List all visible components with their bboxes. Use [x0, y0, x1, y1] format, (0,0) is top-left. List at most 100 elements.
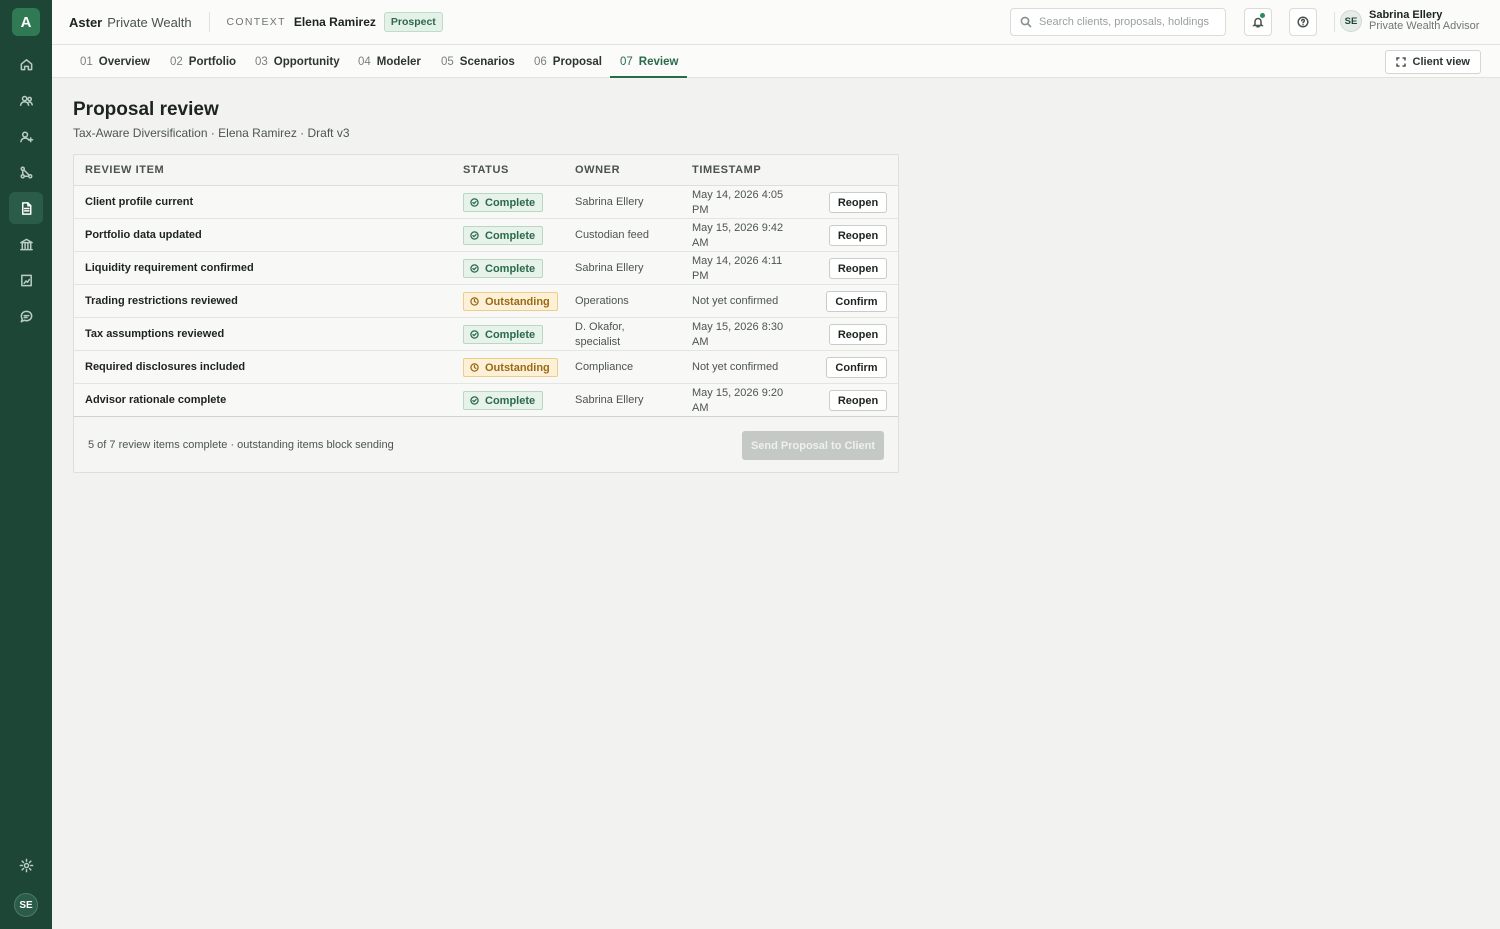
brand: Aster Private Wealth — [69, 15, 192, 30]
tab-number: 06 — [534, 55, 547, 68]
owner-cell: Sabrina Ellery — [575, 262, 644, 274]
sidebar-bottom: SE — [9, 849, 43, 917]
tab-label: Scenarios — [459, 55, 515, 68]
page-title: Proposal review — [73, 99, 219, 120]
workflow-icon[interactable] — [9, 156, 43, 188]
table-header: REVIEW ITEM STATUS OWNER TIMESTAMP — [74, 155, 898, 186]
user-info: Sabrina Ellery Private Wealth Advisor — [1369, 10, 1479, 32]
tab-portfolio[interactable]: 02 Portfolio — [170, 45, 236, 78]
owner-cell: Custodian feed — [575, 229, 649, 241]
users-icon[interactable] — [9, 84, 43, 116]
sidebar-nav — [9, 48, 43, 332]
context-client-name[interactable]: Elena Ramirez — [294, 15, 376, 29]
status-badge: Outstanding — [463, 292, 558, 311]
tab-number: 03 — [255, 55, 268, 68]
status-label: Complete — [485, 262, 536, 275]
confirm-button[interactable]: Confirm — [826, 291, 887, 312]
timestamp-cell: Not yet confirmed — [692, 361, 779, 373]
search-box[interactable] — [1010, 8, 1226, 36]
avatar: SE — [1340, 10, 1362, 32]
home-icon[interactable] — [9, 48, 43, 80]
reopen-button[interactable]: Reopen — [829, 225, 887, 246]
tab-label: Opportunity — [273, 55, 340, 68]
active-tab-indicator — [610, 76, 687, 78]
tab-label: Modeler — [376, 55, 421, 68]
status-badge: Complete — [463, 193, 544, 212]
tab-proposal[interactable]: 06 Proposal — [534, 45, 602, 78]
reopen-button[interactable]: Reopen — [829, 390, 887, 411]
table-row: Trading restrictions reviewed Outstanding… — [74, 285, 898, 318]
owner-cell: Compliance — [575, 361, 634, 373]
owner-cell: Sabrina Ellery — [575, 394, 644, 406]
owner-cell: Operations — [575, 295, 629, 307]
clock-icon — [470, 297, 485, 306]
report-icon[interactable] — [9, 264, 43, 296]
tab-label: Review — [638, 55, 679, 68]
app-logo[interactable]: A — [12, 8, 40, 36]
divider — [1334, 12, 1335, 32]
chat-icon[interactable] — [9, 300, 43, 332]
tab-number: 04 — [358, 55, 371, 68]
status-label: Complete — [485, 328, 536, 341]
column-header-timestamp: TIMESTAMP — [692, 164, 762, 176]
review-item-label: Liquidity requirement confirmed — [85, 262, 254, 274]
review-item-label: Trading restrictions reviewed — [85, 295, 238, 307]
review-item-label: Tax assumptions reviewed — [85, 328, 225, 340]
review-item-label: Required disclosures included — [85, 361, 246, 373]
add-user-icon[interactable] — [9, 120, 43, 152]
bank-icon[interactable] — [9, 228, 43, 260]
reopen-button[interactable]: Reopen — [829, 324, 887, 345]
document-icon[interactable] — [9, 192, 43, 224]
help-button[interactable] — [1289, 8, 1317, 36]
notifications-button[interactable] — [1244, 8, 1272, 36]
timestamp-cell: May 14, 2026 4:11 PM — [692, 255, 783, 282]
reopen-button[interactable]: Reopen — [829, 192, 887, 213]
timestamp-cell: Not yet confirmed — [692, 295, 779, 307]
tab-scenarios[interactable]: 05 Scenarios — [441, 45, 515, 78]
user-menu[interactable]: SE Sabrina Ellery Private Wealth Advisor — [1340, 10, 1479, 32]
status-label: Outstanding — [485, 361, 550, 374]
table-row: Client profile current Complete Sabrina El… — [74, 186, 898, 219]
client-view-button[interactable]: Client view — [1384, 50, 1481, 74]
reopen-button[interactable]: Reopen — [829, 258, 887, 279]
tab-modeler[interactable]: 04 Modeler — [358, 45, 421, 78]
tab-label: Proposal — [552, 55, 603, 68]
column-header-status: STATUS — [463, 164, 509, 176]
brand-secondary: Private Wealth — [107, 14, 192, 30]
confirm-button[interactable]: Confirm — [826, 357, 887, 378]
divider — [208, 12, 210, 32]
brand-primary: Aster — [69, 14, 103, 30]
notification-dot — [1260, 13, 1265, 18]
status-label: Complete — [485, 196, 536, 209]
tab-number: 05 — [441, 55, 454, 68]
send-proposal-button[interactable]: Send Proposal to Client — [742, 431, 884, 460]
timestamp-cell: May 15, 2026 9:42 AM — [692, 222, 784, 249]
sidebar: A SE — [0, 0, 52, 929]
review-item-label: Advisor rationale complete — [85, 394, 227, 406]
column-header-owner: OWNER — [575, 164, 621, 176]
review-item-label: Client profile current — [85, 196, 194, 208]
gear-icon[interactable] — [9, 849, 43, 881]
status-label: Complete — [485, 394, 536, 407]
tab-opportunity[interactable]: 03 Opportunity — [255, 45, 340, 78]
tab-label: Portfolio — [188, 55, 237, 68]
clock-icon — [470, 363, 485, 372]
table-row: Tax assumptions reviewed Complete D. Okafo… — [74, 318, 898, 351]
table-row: Required disclosures included Outstanding… — [74, 351, 898, 384]
tab-review[interactable]: 07 Review — [620, 45, 678, 78]
search-input[interactable] — [1039, 16, 1219, 28]
status-badge: Complete — [463, 259, 544, 278]
user-role: Private Wealth Advisor — [1369, 20, 1480, 32]
context-label: CONTEXT — [226, 16, 286, 28]
status-label: Outstanding — [485, 295, 550, 308]
help-icon — [1297, 16, 1309, 28]
status-badge: Complete — [463, 325, 544, 344]
workflow-tabs: 01 Overview 02 Portfolio 03 Opportunity 04 M… — [52, 45, 1500, 78]
review-table-card: REVIEW ITEM STATUS OWNER TIMESTAMP Clien… — [73, 154, 899, 473]
tab-overview[interactable]: 01 Overview — [80, 45, 150, 78]
status-badge: Complete — [463, 226, 544, 245]
tab-label: Overview — [98, 55, 150, 68]
sidebar-avatar[interactable]: SE — [14, 893, 38, 917]
tab-number: 01 — [80, 55, 93, 68]
tab-number: 07 — [620, 55, 633, 68]
